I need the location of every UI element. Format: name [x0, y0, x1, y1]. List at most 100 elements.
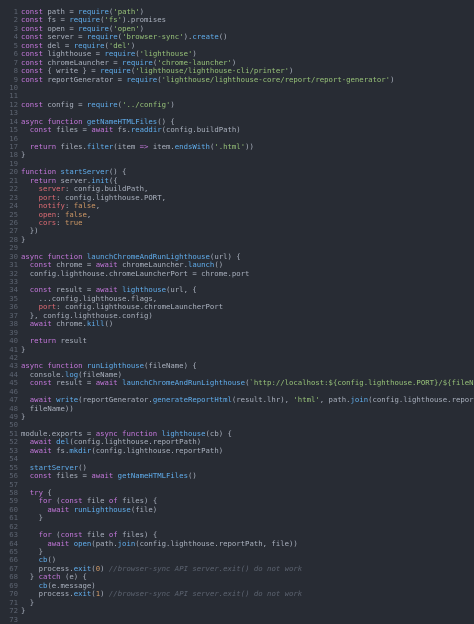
code-line[interactable]: 26 cors: true	[0, 218, 474, 227]
code-text[interactable]: module.exports = async function lighthou…	[21, 430, 474, 438]
code-line[interactable]: 60 await runLighthouse(file)	[0, 505, 474, 514]
code-text[interactable]: }	[21, 548, 474, 556]
code-text[interactable]: const path = require('path')	[21, 8, 474, 16]
code-text[interactable]: try {	[21, 489, 474, 497]
code-text[interactable]	[21, 523, 474, 531]
code-text[interactable]: return files.filter(item => item.endsWit…	[21, 143, 474, 151]
code-text[interactable]: })	[21, 227, 474, 235]
code-line[interactable]: 52 await del(config.lighthouse.reportPat…	[0, 437, 474, 446]
code-line[interactable]: 18}	[0, 150, 474, 159]
code-text[interactable]	[21, 92, 474, 100]
code-text[interactable]: notify: false,	[21, 202, 474, 210]
code-text[interactable]: const lighthouse = require('lighthouse')	[21, 50, 474, 58]
code-line[interactable]: 21 return server.init({	[0, 176, 474, 185]
code-line[interactable]: 2 const fs = require('fs').promises	[0, 15, 474, 24]
code-line[interactable]: 29	[0, 243, 474, 252]
code-text[interactable]: async function launchChromeAndRunLightho…	[21, 253, 474, 261]
code-text[interactable]	[21, 109, 474, 117]
code-text[interactable]: cors: true	[21, 219, 474, 227]
code-text[interactable]	[21, 329, 474, 337]
code-line[interactable]: 16	[0, 134, 474, 143]
code-line[interactable]: 6 const lighthouse = require('lighthouse'…	[0, 49, 474, 58]
code-line[interactable]: 14 async function getNameHTMLFiles() {	[0, 117, 474, 126]
code-text[interactable]: open: false,	[21, 211, 474, 219]
code-line[interactable]: 49}	[0, 412, 474, 421]
code-line[interactable]: 12 const config = require('../config')	[0, 100, 474, 109]
code-line[interactable]: 7 const chromeLauncher = require('chrome-…	[0, 58, 474, 67]
code-line[interactable]: 19	[0, 159, 474, 168]
code-text[interactable]: ...config.lighthouse.flags,	[21, 295, 474, 303]
code-line[interactable]: 13	[0, 108, 474, 117]
code-text[interactable]	[21, 135, 474, 143]
code-text[interactable]: await del(config.lighthouse.reportPath)	[21, 438, 474, 446]
code-line[interactable]: 36 port: config.lighthouse.chromeLaunche…	[0, 302, 474, 311]
code-text[interactable]: for (const file of files) {	[21, 497, 474, 505]
code-line[interactable]: 8 const { write } = require('lighthouse/l…	[0, 66, 474, 75]
code-text[interactable]: const config = require('../config')	[21, 101, 474, 109]
code-line[interactable]: 55 startServer()	[0, 463, 474, 472]
code-line[interactable]: 46	[0, 387, 474, 396]
code-line[interactable]: 4 const server = require('browser-sync').…	[0, 32, 474, 41]
code-line[interactable]: 39	[0, 328, 474, 337]
code-text[interactable]: startServer()	[21, 464, 474, 472]
code-line[interactable]: 72}	[0, 606, 474, 615]
code-line[interactable]: 59 for (const file of files) {	[0, 496, 474, 505]
code-text[interactable]: }	[21, 346, 474, 354]
code-line[interactable]: 48 fileName))	[0, 404, 474, 413]
code-text[interactable]: }	[21, 413, 474, 421]
code-text[interactable]: const result = await lighthouse(url, {	[21, 286, 474, 294]
code-text[interactable]: const result = await launchChromeAndRunL…	[21, 379, 474, 387]
code-line[interactable]: 57	[0, 480, 474, 489]
code-text[interactable]: port: config.lighthouse.chromeLauncherPo…	[21, 303, 474, 311]
code-text[interactable]: }	[21, 599, 474, 607]
code-line[interactable]: 34 const result = await lighthouse(url, …	[0, 285, 474, 294]
code-text[interactable]: const reportGenerator = require('lightho…	[21, 76, 474, 84]
code-text[interactable]: const server = require('browser-sync').c…	[21, 33, 474, 41]
code-text[interactable]: cb()	[21, 556, 474, 564]
code-line[interactable]: 40 return result	[0, 336, 474, 345]
code-text[interactable]: const fs = require('fs').promises	[21, 16, 474, 24]
code-text[interactable]	[21, 84, 474, 92]
code-text[interactable]: cb(e.message)	[21, 582, 474, 590]
code-text[interactable]: await chrome.kill()	[21, 320, 474, 328]
code-line[interactable]: 68 } catch (e) {	[0, 572, 474, 581]
code-line[interactable]: 51 module.exports = async function lighth…	[0, 429, 474, 438]
code-text[interactable]: process.exit(1) //browser-sync API serve…	[21, 590, 474, 598]
code-text[interactable]	[21, 278, 474, 286]
code-line[interactable]: 64 await open(path.join(config.lighthous…	[0, 539, 474, 548]
code-line[interactable]: 33	[0, 277, 474, 286]
code-line[interactable]: 58 try {	[0, 488, 474, 497]
code-text[interactable]: async function runLighthouse(fileName) {	[21, 362, 474, 370]
code-line[interactable]: 5 const del = require('del')	[0, 41, 474, 50]
code-text[interactable]: await runLighthouse(file)	[21, 506, 474, 514]
code-line[interactable]: 30 async function launchChromeAndRunLight…	[0, 252, 474, 261]
code-text[interactable]: port: config.lighthouse.PORT,	[21, 194, 474, 202]
code-text[interactable]: }, config.lighthouse.config)	[21, 312, 474, 320]
code-text[interactable]	[21, 354, 474, 362]
code-text[interactable]: }	[21, 514, 474, 522]
code-line[interactable]: 3 const open = require('open')	[0, 24, 474, 33]
code-text[interactable]	[21, 481, 474, 489]
code-line[interactable]: 17 return files.filter(item => item.ends…	[0, 142, 474, 151]
code-line[interactable]: 20 function startServer() {	[0, 167, 474, 176]
code-line[interactable]: 69 cb(e.message)	[0, 581, 474, 590]
code-line[interactable]: 70 process.exit(1) //browser-sync API se…	[0, 589, 474, 598]
code-text[interactable]: await open(path.join(config.lighthouse.r…	[21, 540, 474, 548]
code-text[interactable]: for (const file of files) {	[21, 531, 474, 539]
code-line[interactable]: 67 process.exit(0) //browser-sync API se…	[0, 564, 474, 573]
code-text[interactable]	[21, 160, 474, 168]
code-text[interactable]	[21, 244, 474, 252]
code-text[interactable]: const del = require('del')	[21, 42, 474, 50]
code-line[interactable]: 38 await chrome.kill()	[0, 319, 474, 328]
code-text[interactable]: } catch (e) {	[21, 573, 474, 581]
code-line[interactable]: 45 const result = await launchChromeAndR…	[0, 378, 474, 387]
code-text[interactable]: const open = require('open')	[21, 25, 474, 33]
code-text[interactable]	[21, 388, 474, 396]
code-text[interactable]: await write(reportGenerator.generateRepo…	[21, 396, 474, 404]
code-line[interactable]: 54	[0, 454, 474, 463]
code-text[interactable]: const chrome = await chromeLauncher.laun…	[21, 261, 474, 269]
code-text[interactable]: }	[21, 151, 474, 159]
code-line[interactable]: 15 const files = await fs.readdir(config…	[0, 125, 474, 134]
code-line[interactable]: 23 port: config.lighthouse.PORT,	[0, 193, 474, 202]
code-line[interactable]: 37 }, config.lighthouse.config)	[0, 311, 474, 320]
